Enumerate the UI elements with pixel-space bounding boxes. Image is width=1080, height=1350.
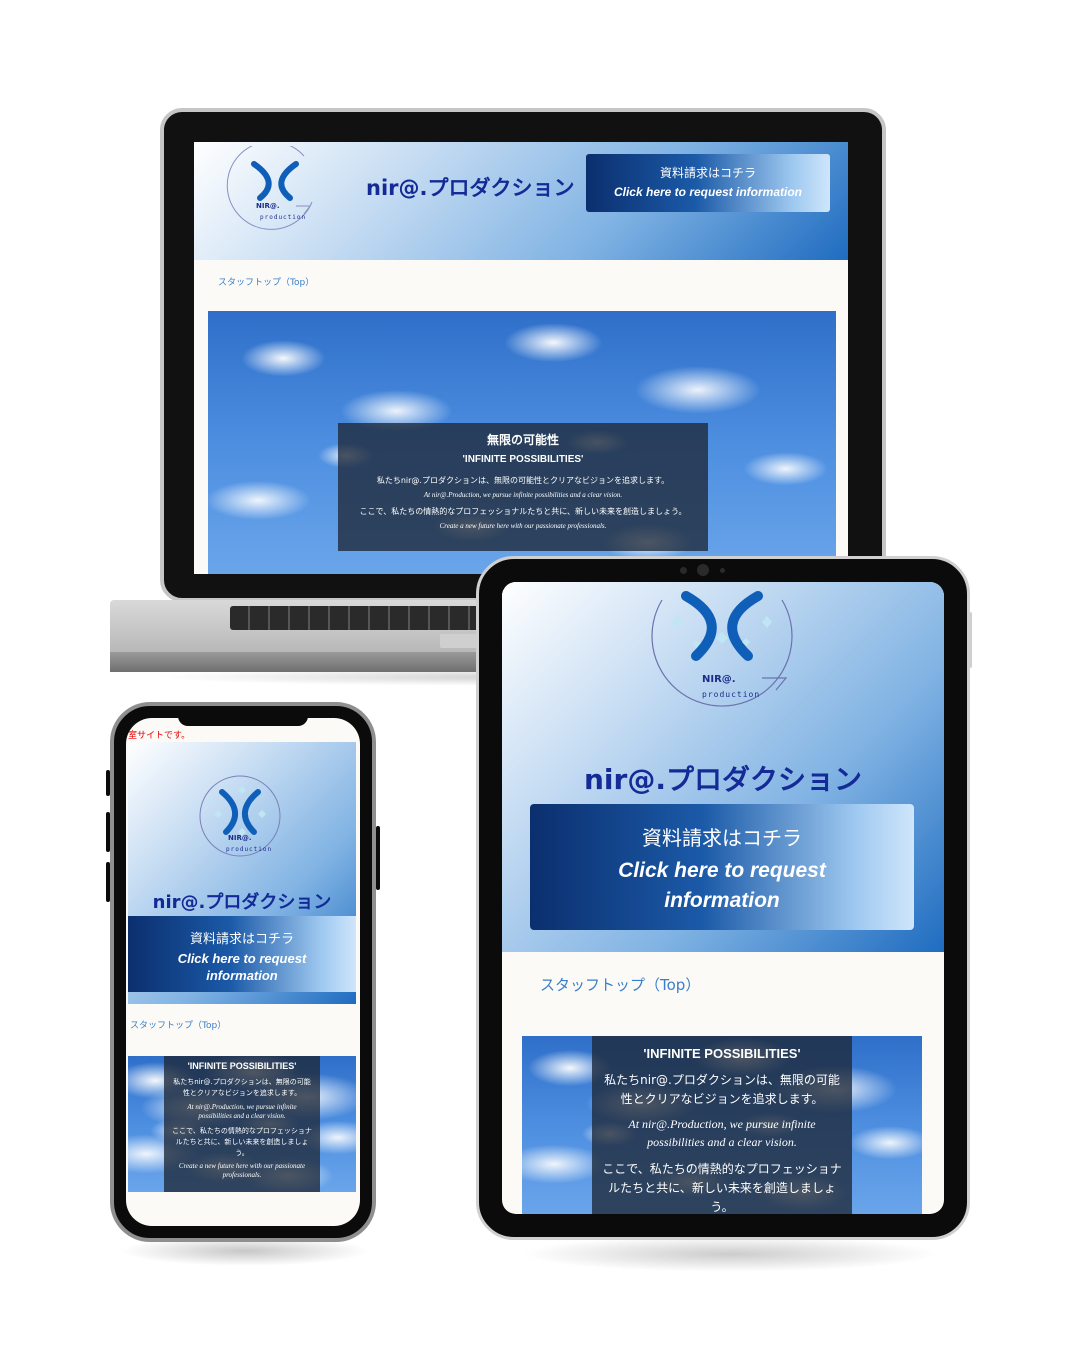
site-header: NIR@. production nir@.プロダクション 資料請求はコチラ C… — [194, 142, 848, 260]
tablet-hero-heading-en: 'INFINITE POSSIBILITIES' — [643, 1046, 801, 1061]
tablet-request-info-jp: 資料請求はコチラ — [642, 826, 802, 850]
phone-notice: 室サイトです。 — [128, 731, 191, 741]
tablet-logo[interactable]: NIR@. production — [642, 582, 802, 720]
phone-logo-wordmark: NIR@. — [228, 834, 252, 842]
tablet-site-title[interactable]: nir@.プロダクション — [502, 758, 944, 798]
tablet-sensor-icon — [720, 568, 725, 573]
phone-logo-sub: production — [226, 846, 273, 853]
tablet-request-info-en-2: information — [664, 889, 780, 912]
phone-hero-sky: 'INFINITE POSSIBILITIES' 私たちnir@.プロダクション… — [128, 1056, 356, 1192]
tablet-logo-wordmark: NIR@. — [702, 674, 736, 685]
tablet-sensor-icon — [680, 567, 687, 574]
phone-request-info-en-1: Click here to request — [177, 951, 307, 966]
phone-hero-line1-en-a: At nir@.Production, we pursue infinite — [187, 1103, 297, 1111]
tablet-camera-icon — [697, 564, 709, 576]
request-info-en: Click here to request information — [613, 185, 803, 199]
site-logo[interactable]: NIR@. production — [226, 142, 326, 232]
site-title[interactable]: nir@.プロダクション — [366, 172, 574, 202]
tablet-shadow — [520, 1236, 940, 1272]
hero-sky: 無限の可能性 'INFINITE POSSIBILITIES' 私たちnir@.… — [208, 311, 836, 574]
phone-screen: 室サイトです。 NIR@. production nir@.プロダクション 資料… — [126, 718, 360, 1226]
phone-logo[interactable]: NIR@. production — [194, 770, 290, 866]
phone-button — [106, 812, 110, 852]
tablet-screen: NIR@. production nir@.プロダクション 資料請求はコチラ C… — [502, 582, 944, 1214]
tablet-hero-line1-jp: 私たちnir@.プロダクションは、無限の可能性とクリアなビジョンを追求します。 — [604, 1073, 840, 1106]
breadcrumb[interactable]: スタッフトップ（Top） — [218, 275, 314, 288]
hero-line1-jp: 私たちnir@.プロダクションは、無限の可能性とクリアなビジョンを追求します。 — [376, 476, 670, 485]
tablet-logo-sub: production — [702, 690, 761, 699]
phone-hero-line2-en-a: Create a new future here with our passio… — [178, 1162, 306, 1170]
phone-button — [106, 770, 110, 796]
tablet-hero-line2-jp: ここで、私たちの情熱的なプロフェッショナルたちと共に、新しい未来を創造しましょう… — [602, 1162, 842, 1214]
phone-request-info-button[interactable]: 資料請求はコチラ Click here to request informati… — [128, 916, 356, 992]
hero-heading-jp: 無限の可能性 — [486, 433, 559, 447]
request-info-jp: 資料請求はコチラ — [659, 166, 756, 180]
tablet-hero-line1-en-b: possibilities and a clear vision. — [647, 1135, 797, 1149]
request-info-button[interactable]: 資料請求はコチラ Click here to request informati… — [586, 154, 830, 212]
hero-line1-en: At nir@.Production, we pursue infinite p… — [423, 491, 623, 499]
tablet-hero-overlay: 'INFINITE POSSIBILITIES' 私たちnir@.プロダクション… — [592, 1036, 852, 1214]
tablet-hero-line1-en-a: At nir@.Production, we pursue infinite — [628, 1117, 816, 1131]
hero-line2-en: Create a new future here with our passio… — [439, 522, 607, 530]
tablet-request-info-en-1: Click here to request — [618, 859, 826, 882]
phone-hero-line2-en-b: professionals. — [222, 1171, 262, 1179]
logo-wordmark: NIR@. — [256, 202, 280, 210]
phone-notch — [178, 714, 308, 726]
logo-mark-icon — [651, 591, 793, 707]
phone-hero-line1-en-b: possibilities and a clear vision. — [198, 1112, 286, 1120]
laptop-screen: NIR@. production nir@.プロダクション 資料請求はコチラ C… — [194, 142, 848, 574]
phone-site-title[interactable]: nir@.プロダクション — [128, 888, 356, 914]
phone-request-info-en-2: information — [206, 968, 278, 983]
phone-button — [106, 862, 110, 902]
phone-hero-line2-jp: ここで、私たちの情熱的なプロフェッショナルたちと共に、新しい未来を創造しましょう… — [172, 1127, 312, 1157]
tablet-request-info-button[interactable]: 資料請求はコチラ Click here to request informati… — [530, 804, 914, 930]
tablet-breadcrumb[interactable]: スタッフトップ（Top） — [540, 974, 700, 995]
phone-hero-line1-jp: 私たちnir@.プロダクションは、無限の可能性とクリアなビジョンを追求します。 — [173, 1078, 311, 1097]
phone-hero-overlay: 'INFINITE POSSIBILITIES' 私たちnir@.プロダクション… — [164, 1056, 320, 1192]
phone-hero-heading-en: 'INFINITE POSSIBILITIES' — [187, 1061, 297, 1071]
hero-heading-en: 'INFINITE POSSIBILITIES' — [462, 454, 584, 465]
tablet-button — [968, 612, 972, 668]
phone-breadcrumb[interactable]: スタッフトップ（Top） — [130, 1018, 226, 1031]
tablet-header: NIR@. production nir@.プロダクション 資料請求はコチラ C… — [502, 582, 944, 952]
phone-request-info-jp: 資料請求はコチラ — [189, 932, 294, 947]
phone-header: NIR@. production nir@.プロダクション 資料請求はコチラ C… — [128, 742, 356, 1004]
phone-button — [376, 826, 380, 890]
hero-overlay: 無限の可能性 'INFINITE POSSIBILITIES' 私たちnir@.… — [338, 423, 708, 551]
hero-line2-jp: ここで、私たちの情熱的なプロフェッショナルたちと共に、新しい未来を創造しましょう… — [359, 507, 687, 516]
tablet-hero-sky: 'INFINITE POSSIBILITIES' 私たちnir@.プロダクション… — [522, 1036, 922, 1214]
logo-sub: production — [260, 214, 307, 221]
